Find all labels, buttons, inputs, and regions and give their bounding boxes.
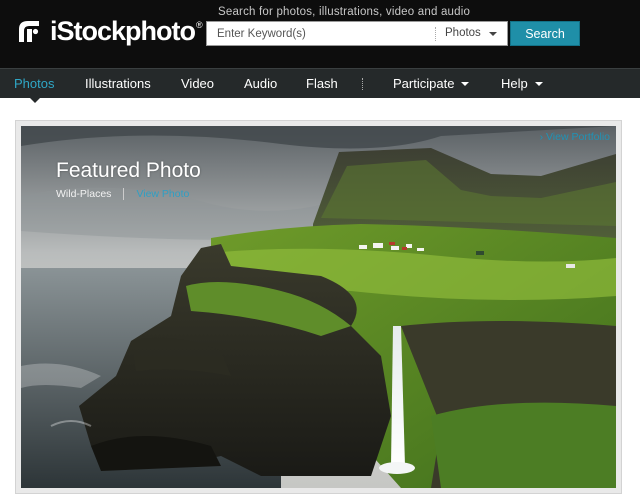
search-divider	[435, 27, 436, 41]
search-input[interactable]	[207, 22, 433, 45]
chevron-down-icon	[534, 81, 543, 86]
brand-name: iStockphoto	[50, 16, 196, 46]
featured-photo-panel: Featured Photo Wild-Places View Photo › …	[15, 120, 622, 494]
nav-item-help[interactable]: Help	[501, 69, 543, 98]
nav-item-illustrations[interactable]: Illustrations	[85, 69, 151, 98]
nav-item-help-label: Help	[501, 76, 528, 91]
nav-item-photos[interactable]: Photos	[14, 69, 54, 98]
istock-logo-icon	[16, 18, 42, 44]
nav-item-video[interactable]: Video	[181, 69, 214, 98]
category-select[interactable]: Photos	[445, 22, 505, 45]
category-select-value: Photos	[445, 27, 481, 39]
search-button[interactable]: Search	[510, 21, 580, 46]
top-header: iStockphoto ® Search for photos, illustra…	[0, 0, 640, 68]
nav-item-participate-label: Participate	[393, 76, 455, 91]
featured-photo-author[interactable]: Wild-Places	[56, 188, 111, 200]
chevron-down-icon	[461, 81, 470, 86]
trademark-symbol: ®	[196, 20, 203, 30]
view-photo-link[interactable]: View Photo	[136, 188, 189, 200]
meta-divider	[123, 188, 125, 200]
site-logo[interactable]: iStockphoto ®	[16, 16, 203, 46]
main-nav: Photos Illustrations Video Audio Flash P…	[0, 68, 640, 98]
search-caption: Search for photos, illustrations, video …	[218, 6, 471, 18]
featured-photo-title: Featured Photo	[56, 159, 201, 182]
nav-separator	[362, 78, 363, 90]
active-nav-pointer	[29, 97, 41, 103]
chevron-down-icon	[489, 32, 497, 36]
nav-item-flash[interactable]: Flash	[306, 69, 338, 98]
view-portfolio-link[interactable]: › View Portfolio	[540, 131, 610, 143]
search-box: Photos	[206, 21, 508, 46]
nav-item-audio[interactable]: Audio	[244, 69, 277, 98]
nav-item-participate[interactable]: Participate	[393, 69, 470, 98]
featured-photo-meta: Wild-Places View Photo	[56, 188, 189, 200]
